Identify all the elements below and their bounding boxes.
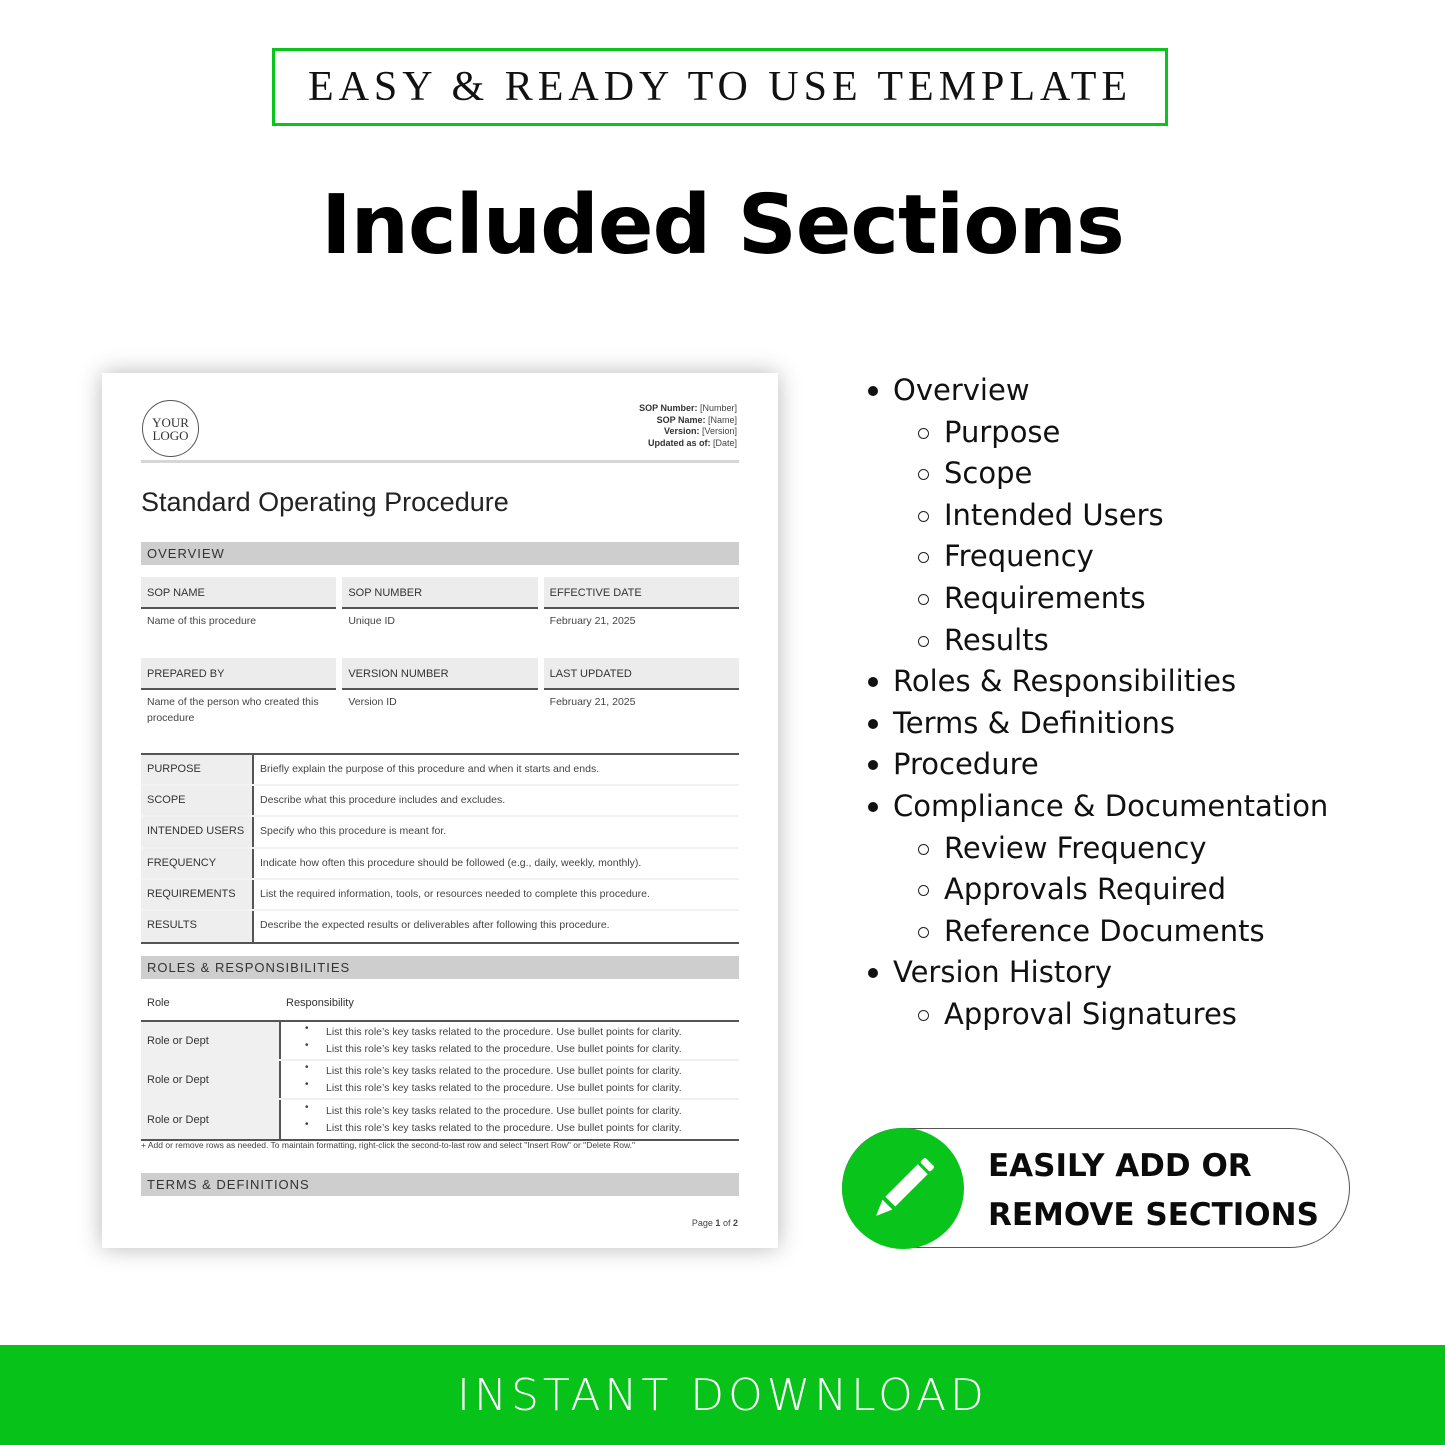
info-row-2: PREPARED BY Name of the person who create… bbox=[141, 658, 739, 730]
table-row: PURPOSE Briefly explain the purpose of th… bbox=[141, 755, 739, 787]
included-sections-list: Overview Purpose Scope Intended Users Fr… bbox=[865, 370, 1328, 1036]
table-row: Role or Dept List this role’s key tasks … bbox=[141, 1020, 739, 1061]
list-item: Approvals Required bbox=[865, 869, 1328, 911]
roles-note: + Add or remove rows as needed. To maint… bbox=[141, 1140, 636, 1150]
meta-line: SOP Number: [Number] bbox=[639, 403, 737, 413]
badge-text: EASY & READY TO USE TEMPLATE bbox=[307, 64, 1133, 110]
roles-heading: ROLES & RESPONSIBILITIES bbox=[141, 956, 739, 979]
table-row: Role or Dept List this role’s key tasks … bbox=[141, 1059, 739, 1100]
list-item: Review Frequency bbox=[865, 828, 1328, 870]
info-cell: VERSION NUMBER Version ID bbox=[342, 658, 538, 730]
list-item: Scope bbox=[865, 453, 1328, 495]
table-row: Role or Dept List this role’s key tasks … bbox=[141, 1099, 739, 1139]
document-title: Standard Operating Procedure bbox=[141, 487, 509, 517]
list-item: Requirements bbox=[865, 578, 1328, 620]
info-cell: SOP NAME Name of this procedure bbox=[141, 577, 337, 633]
logo-line-2: LOGO bbox=[152, 427, 189, 443]
col-responsibility: Responsibility bbox=[286, 997, 354, 1009]
meta-line: SOP Name: [Name] bbox=[656, 414, 737, 425]
pencil-icon bbox=[842, 1128, 964, 1249]
overview-table: PURPOSE Briefly explain the purpose of th… bbox=[141, 753, 739, 945]
pill-text: EASILY ADD OR REMOVE SECTIONS bbox=[988, 1148, 1319, 1233]
list-item: Overview bbox=[865, 370, 1328, 412]
table-row: SCOPE Describe what this procedure includ… bbox=[141, 786, 739, 818]
header-divider bbox=[141, 460, 739, 463]
info-cell: EFFECTIVE DATE February 21, 2025 bbox=[543, 577, 739, 633]
list-item: Approval Signatures bbox=[865, 994, 1328, 1036]
list-item: Intended Users bbox=[865, 495, 1328, 537]
logo-placeholder: YOUR LOGO bbox=[142, 400, 199, 457]
table-row: FREQUENCY Indicate how often this procedu… bbox=[141, 848, 739, 880]
top-badge: EASY & READY TO USE TEMPLATE bbox=[272, 48, 1168, 126]
meta-line: Updated as of: [Date] bbox=[647, 437, 737, 448]
list-item: Version History bbox=[865, 952, 1328, 994]
footer-banner: INSTANT DOWNLOAD bbox=[0, 1345, 1445, 1445]
logo-line-1: YOUR bbox=[152, 414, 189, 430]
overview-heading: OVERVIEW bbox=[141, 542, 739, 565]
col-role: Role bbox=[147, 997, 170, 1009]
info-cell: SOP NUMBER Unique ID bbox=[342, 577, 538, 633]
info-cell: PREPARED BY Name of the person who create… bbox=[141, 658, 337, 730]
info-cell: LAST UPDATED February 21, 2025 bbox=[543, 658, 739, 730]
list-item: Procedure bbox=[865, 744, 1328, 786]
terms-heading: TERMS & DEFINITIONS bbox=[141, 1173, 739, 1196]
table-row: RESULTS Describe the expected results or … bbox=[141, 910, 739, 943]
roles-table: Role or Dept List this role’s key tasks … bbox=[141, 1020, 739, 1141]
add-remove-sections-badge: EASILY ADD OR REMOVE SECTIONS bbox=[842, 1128, 1350, 1249]
list-item: Terms & Definitions bbox=[865, 703, 1328, 745]
meta-line: Version: [Version] bbox=[663, 426, 737, 436]
document-meta: SOP Number: [Number] SOP Name: [Name] Ve… bbox=[639, 403, 737, 449]
table-row: REQUIREMENTS List the required informatio… bbox=[141, 879, 739, 911]
list-item: Purpose bbox=[865, 412, 1328, 454]
page-number: Page 1 of 2 bbox=[691, 1218, 738, 1228]
headline: Included Sections bbox=[321, 178, 1125, 273]
list-item: Frequency bbox=[865, 536, 1328, 578]
list-item: Compliance & Documentation bbox=[865, 786, 1328, 828]
table-row: INTENDED USERS Specify who this procedure… bbox=[141, 817, 739, 849]
list-item: Roles & Responsibilities bbox=[865, 661, 1328, 703]
footer-text: INSTANT DOWNLOAD bbox=[457, 1369, 988, 1421]
document-preview: YOUR LOGO SOP Number: [Number] SOP Name:… bbox=[102, 373, 778, 1248]
list-item: Results bbox=[865, 620, 1328, 662]
info-row-1: SOP NAME Name of this procedure SOP NUMBE… bbox=[141, 577, 739, 633]
roles-table-header: Role Responsibility bbox=[141, 997, 739, 1009]
list-item: Reference Documents bbox=[865, 911, 1328, 953]
